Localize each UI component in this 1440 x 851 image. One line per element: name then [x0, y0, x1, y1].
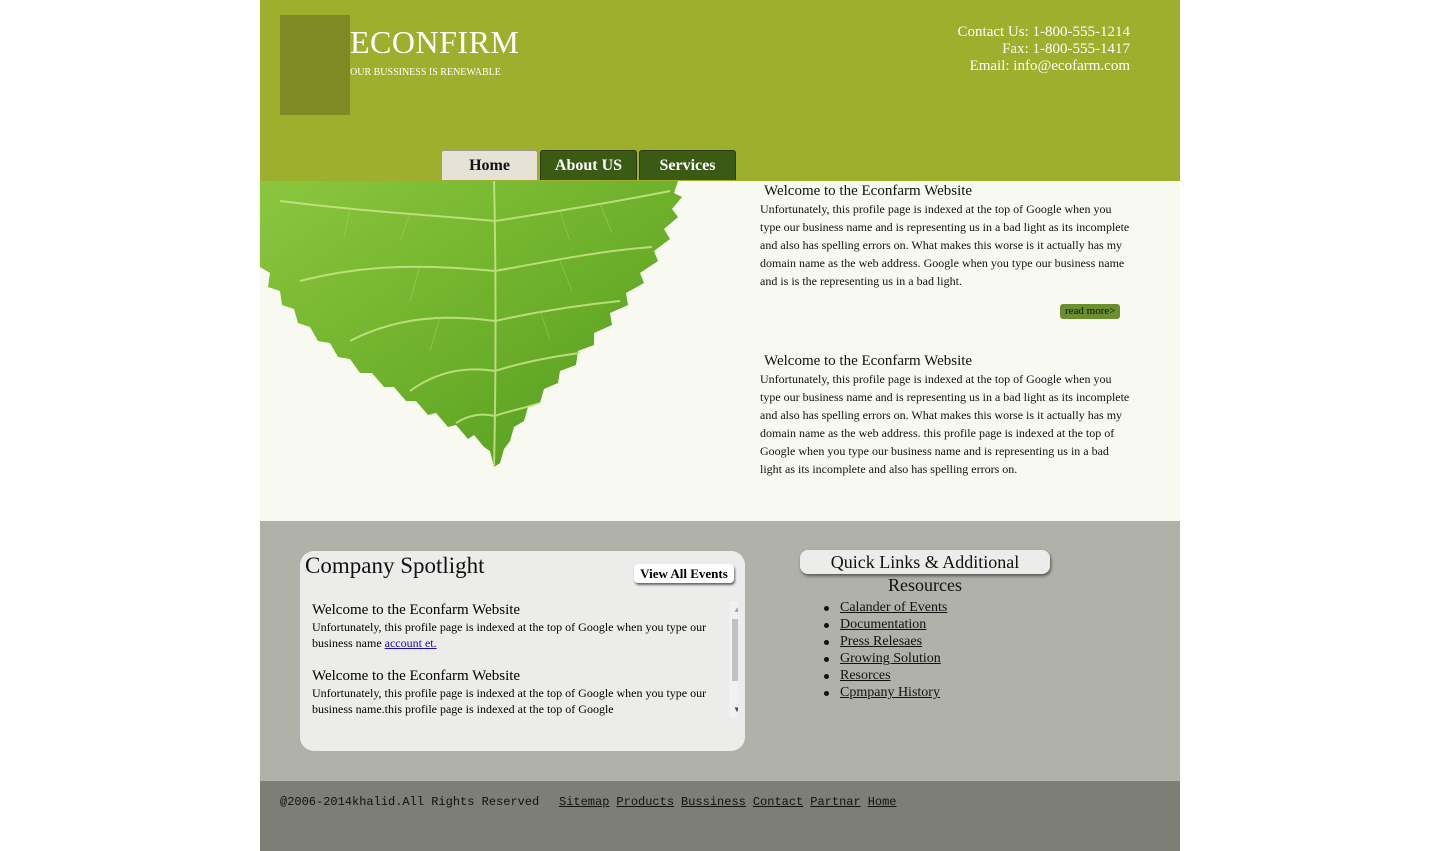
nav-tab-services[interactable]: Services — [639, 150, 736, 180]
page-wrapper: ECONFIRM OUR BUSSINESS IS RENEWABLE Cont… — [260, 0, 1180, 851]
quick-links-title: Quick Links & Additional — [830, 552, 1020, 572]
main-content: Welcome to the Econfarm Website Unfortun… — [260, 181, 1180, 521]
middle-section: Company Spotlight View All Events Welcom… — [260, 521, 1180, 781]
footer-link-products[interactable]: Products — [616, 795, 674, 809]
main-nav: Home About US Services — [441, 150, 738, 181]
footer-link-home[interactable]: Home — [868, 795, 897, 809]
article-1: Welcome to the Econfarm Website Unfortun… — [760, 182, 1132, 290]
quick-link-item: Resorces — [823, 667, 947, 684]
site-footer: @2006-2014khalid.All Rights Reserved Sit… — [260, 781, 1180, 851]
site-tagline: OUR BUSSINESS IS RENEWABLE — [350, 67, 501, 78]
scroll-up-arrow-icon[interactable]: ▲ — [729, 601, 738, 617]
quick-link-item: Documentation — [823, 616, 947, 633]
quick-link-item: Press Relesaes — [823, 633, 947, 650]
footer-link-bussiness[interactable]: Bussiness — [681, 795, 746, 809]
site-title: ECONFIRM — [350, 24, 520, 60]
spotlight-item-title: Welcome to the Econfarm Website — [312, 668, 521, 684]
scroll-down-arrow-icon[interactable]: ▼ — [729, 701, 738, 717]
article-2-title: Welcome to the Econfarm Website — [764, 353, 973, 369]
quick-link-resources[interactable]: Resorces — [840, 668, 891, 683]
quick-link-documentation[interactable]: Documentation — [840, 617, 926, 632]
contact-fax: Fax: 1-800-555-1417 — [1002, 41, 1130, 57]
logo-box — [280, 15, 350, 115]
spotlight-item: Welcome to the Econfarm Website Unfortun… — [312, 601, 712, 651]
contact-email: Email: info@ecofarm.com — [969, 58, 1130, 74]
article-1-title: Welcome to the Econfarm Website — [764, 183, 973, 199]
scrollbar-thumb[interactable] — [732, 619, 738, 681]
view-all-events-button[interactable]: View All Events — [634, 564, 734, 583]
quick-link-calander-of-events[interactable]: Calander of Events — [840, 600, 947, 615]
quick-link-item: Calander of Events — [823, 599, 947, 616]
company-spotlight-panel: Company Spotlight View All Events Welcom… — [300, 551, 745, 751]
spotlight-item-body: Unfortunately, this profile page is inde… — [312, 620, 707, 650]
footer-link-contact[interactable]: Contact — [753, 795, 803, 809]
spotlight-item-link[interactable]: account et. — [385, 636, 437, 650]
quick-link-item: Cpmpany History — [823, 684, 947, 701]
quick-link-press-releases[interactable]: Press Relesaes — [840, 634, 922, 649]
article-2-body: Unfortunately, this profile page is inde… — [760, 372, 1130, 476]
article-2: Welcome to the Econfarm Website Unfortun… — [760, 352, 1132, 478]
leaf-image — [260, 181, 682, 468]
contact-phone: Contact Us: 1-800-555-1214 — [957, 24, 1130, 40]
spotlight-title: Company Spotlight — [305, 553, 485, 578]
footer-link-partnar[interactable]: Partnar — [810, 795, 860, 809]
quick-links-subtitle: Resources — [888, 575, 962, 595]
contact-info: Contact Us: 1-800-555-1214 Fax: 1-800-55… — [958, 24, 1130, 75]
nav-tab-home[interactable]: Home — [441, 150, 538, 180]
footer-links: Sitemap Products Bussiness Contact Partnar Ho… — [559, 795, 904, 809]
copyright-text: @2006-2014khalid.All Rights Reserved — [280, 795, 540, 809]
nav-tab-about-us[interactable]: About US — [540, 150, 637, 180]
quick-link-company-history[interactable]: Cpmpany History — [840, 685, 940, 700]
read-more-button[interactable]: read more> — [1060, 304, 1121, 319]
quick-links-list: Calander of Events Documentation Press R… — [823, 599, 947, 701]
quick-link-item: Growing Solution — [823, 650, 947, 667]
spotlight-item: Welcome to the Econfarm Website Unfortun… — [312, 667, 712, 717]
site-header: ECONFIRM OUR BUSSINESS IS RENEWABLE Cont… — [260, 0, 1180, 181]
article-1-body: Unfortunately, this profile page is inde… — [760, 202, 1130, 288]
spotlight-item-title: Welcome to the Econfarm Website — [312, 602, 521, 618]
footer-link-sitemap[interactable]: Sitemap — [559, 795, 609, 809]
quick-link-growing-solution[interactable]: Growing Solution — [840, 651, 941, 666]
spotlight-scroll-area[interactable]: Welcome to the Econfarm Website Unfortun… — [308, 601, 738, 717]
spotlight-item-body: Unfortunately, this profile page is inde… — [312, 686, 707, 716]
spotlight-scrollbar[interactable]: ▲ ▼ — [729, 601, 738, 717]
